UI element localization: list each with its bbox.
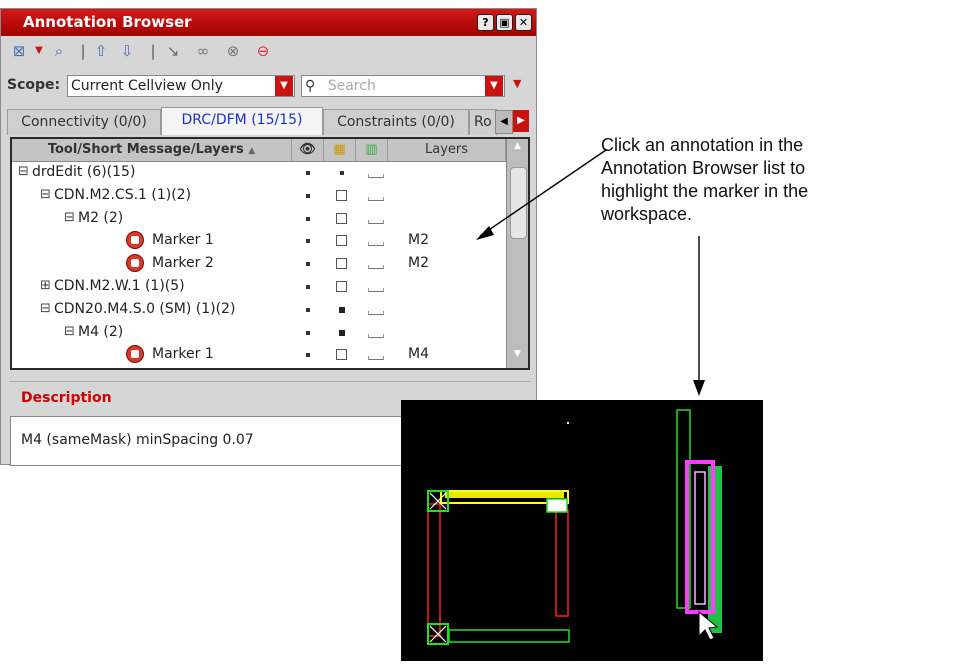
speck: [567, 422, 569, 424]
wire-left: [427, 503, 441, 637]
via-top-right: [546, 498, 568, 513]
arrow-to-list: [479, 149, 607, 237]
layout-workspace[interactable]: [401, 400, 763, 661]
arrow-head-workspace: [693, 380, 705, 396]
wire-right: [555, 509, 569, 617]
layout-canvas: [427, 409, 722, 645]
wire-bottom: [448, 629, 570, 643]
marker-inner: [694, 471, 706, 605]
wire-top-fill: [445, 492, 564, 498]
